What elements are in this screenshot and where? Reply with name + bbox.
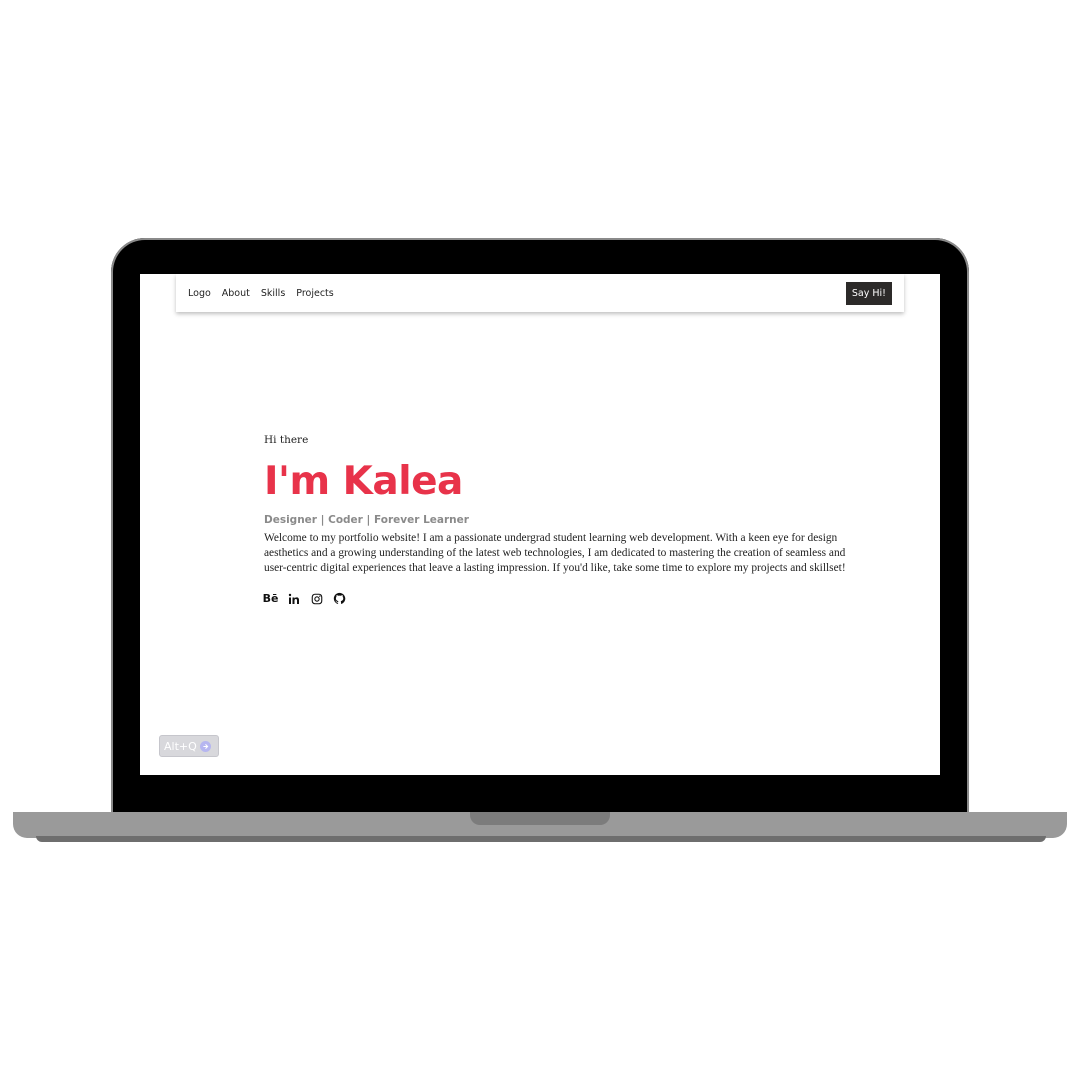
nav-links: Logo About Skills Projects [188,288,334,299]
laptop-screen: Logo About Skills Projects Say Hi! Hi th… [140,274,940,775]
hero-section: Hi there I'm Kalea Designer | Coder | Fo… [263,434,864,605]
nav-link-about[interactable]: About [222,288,250,299]
arrow-icon [199,740,211,752]
hero-intro: Welcome to my portfolio website! I am a … [264,532,846,574]
nav-logo[interactable]: Logo [188,288,211,299]
social-links: Bē [263,592,864,605]
navbar: Logo About Skills Projects Say Hi! [176,274,904,312]
shortcut-badge[interactable]: Alt+Q [159,735,219,757]
laptop-notch [470,812,610,825]
linkedin-icon[interactable] [287,592,300,605]
laptop-base-edge [36,836,1046,842]
hero-title: I'm Kalea [264,459,463,504]
behance-icon[interactable]: Bē [263,592,279,605]
nav-link-projects[interactable]: Projects [296,288,333,299]
github-icon[interactable] [333,592,346,605]
instagram-icon[interactable] [310,592,323,605]
shortcut-label: Alt+Q [164,739,197,753]
say-hi-button[interactable]: Say Hi! [845,282,892,305]
nav-link-skills[interactable]: Skills [261,288,285,299]
hero-greeting: Hi there [264,434,309,446]
hero-tagline: Designer | Coder | Forever Learner [264,514,469,526]
